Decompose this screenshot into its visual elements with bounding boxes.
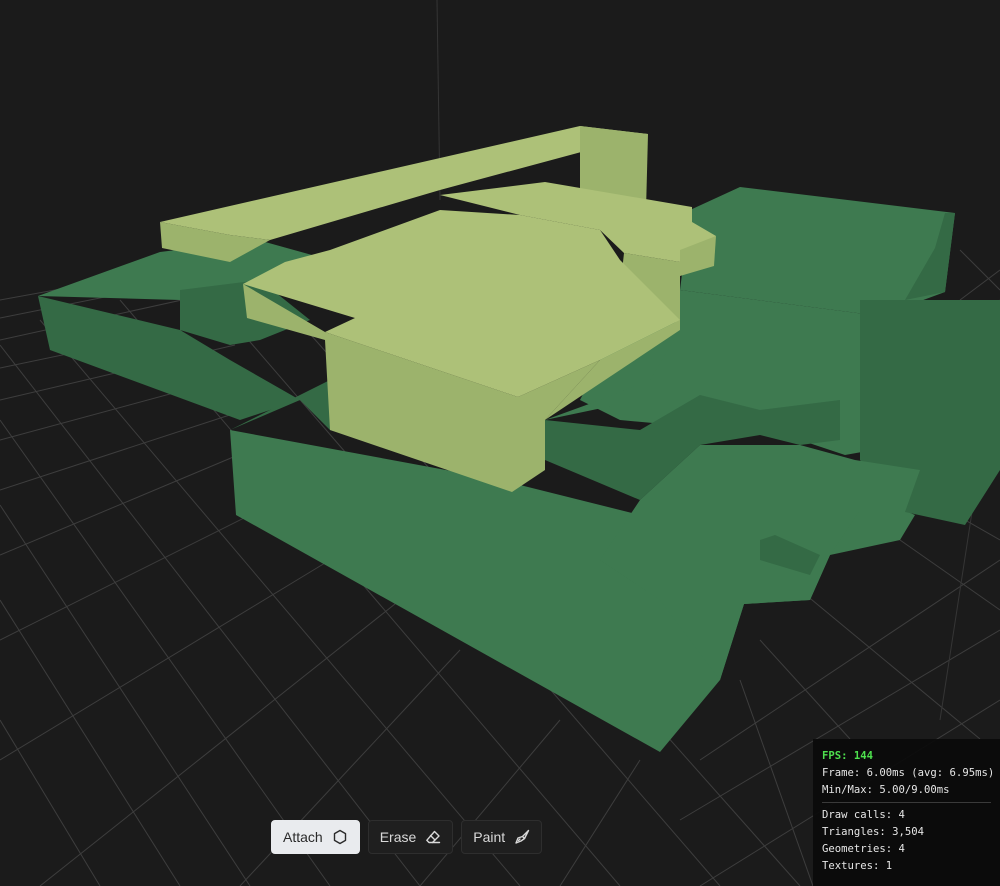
erase-button[interactable]: Erase (367, 820, 454, 854)
stats-divider (822, 802, 991, 803)
textures-readout: Textures: 1 (822, 860, 893, 872)
draw-calls-readout: Draw calls: 4 (822, 809, 905, 821)
min-max-readout: Min/Max: 5.00/9.00ms (822, 784, 950, 796)
paintbrush-icon (514, 829, 530, 845)
erase-button-label: Erase (379, 829, 417, 845)
tool-toolbar: Attach Erase Paint (271, 820, 543, 854)
frame-time-readout: Frame: 6.00ms (avg: 6.95ms) (822, 767, 995, 779)
performance-stats-panel: FPS: 144 Frame: 6.00ms (avg: 6.95ms) Min… (813, 739, 1000, 886)
attach-button-label: Attach (283, 829, 323, 845)
hexagon-icon (332, 829, 348, 845)
paint-button-label: Paint (473, 829, 506, 845)
fps-readout: FPS: 144 (822, 750, 874, 762)
triangles-readout: Triangles: 3,504 (822, 826, 925, 838)
geometries-readout: Geometries: 4 (822, 843, 905, 855)
eraser-icon (425, 829, 441, 845)
paint-button[interactable]: Paint (461, 820, 543, 854)
attach-button[interactable]: Attach (271, 820, 360, 854)
